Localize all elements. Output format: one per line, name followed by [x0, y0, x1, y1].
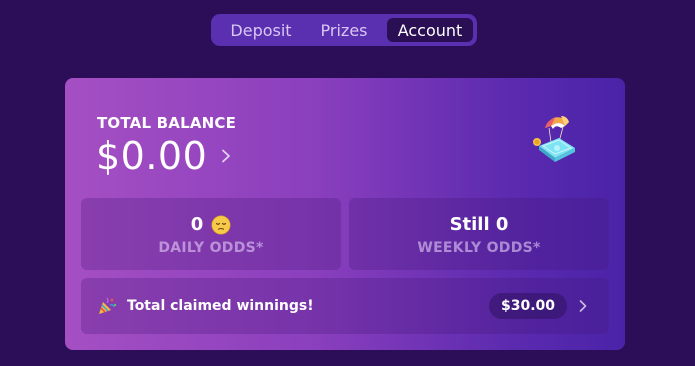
weekly-odds-card: Still 0 WEEKLY ODDS*: [349, 198, 609, 270]
money-parachute-icon: [533, 116, 575, 162]
daily-odds-label: DAILY ODDS*: [158, 239, 264, 256]
weekly-odds-value: Still 0: [449, 214, 509, 235]
daily-odds-value: 0: [190, 214, 204, 235]
daily-odds-card: 0 DAILY ODDS*: [81, 198, 341, 270]
account-card: TOTAL BALANCE $0.00 0 DAILY ODDS* Still …: [65, 78, 625, 350]
claimed-winnings-amount: $30.00: [488, 293, 567, 319]
claimed-winnings-row[interactable]: Total claimed winnings! $30.00: [81, 278, 609, 334]
chevron-right-icon: [579, 300, 587, 312]
pensive-face-icon: [211, 215, 231, 234]
tab-deposit[interactable]: Deposit: [219, 18, 303, 42]
claimed-winnings-label: Total claimed winnings!: [127, 298, 314, 314]
tab-account[interactable]: Account: [387, 18, 473, 42]
weekly-odds-label: WEEKLY ODDS*: [417, 239, 541, 256]
chevron-right-icon: [222, 149, 231, 163]
total-balance-label: TOTAL BALANCE: [97, 114, 237, 132]
total-balance-value: $0.00: [96, 134, 208, 178]
total-balance-link[interactable]: $0.00: [96, 134, 233, 178]
tab-prizes[interactable]: Prizes: [303, 18, 385, 42]
party-popper-icon: [99, 297, 117, 314]
tab-bar: Deposit Prizes Account: [211, 14, 477, 46]
